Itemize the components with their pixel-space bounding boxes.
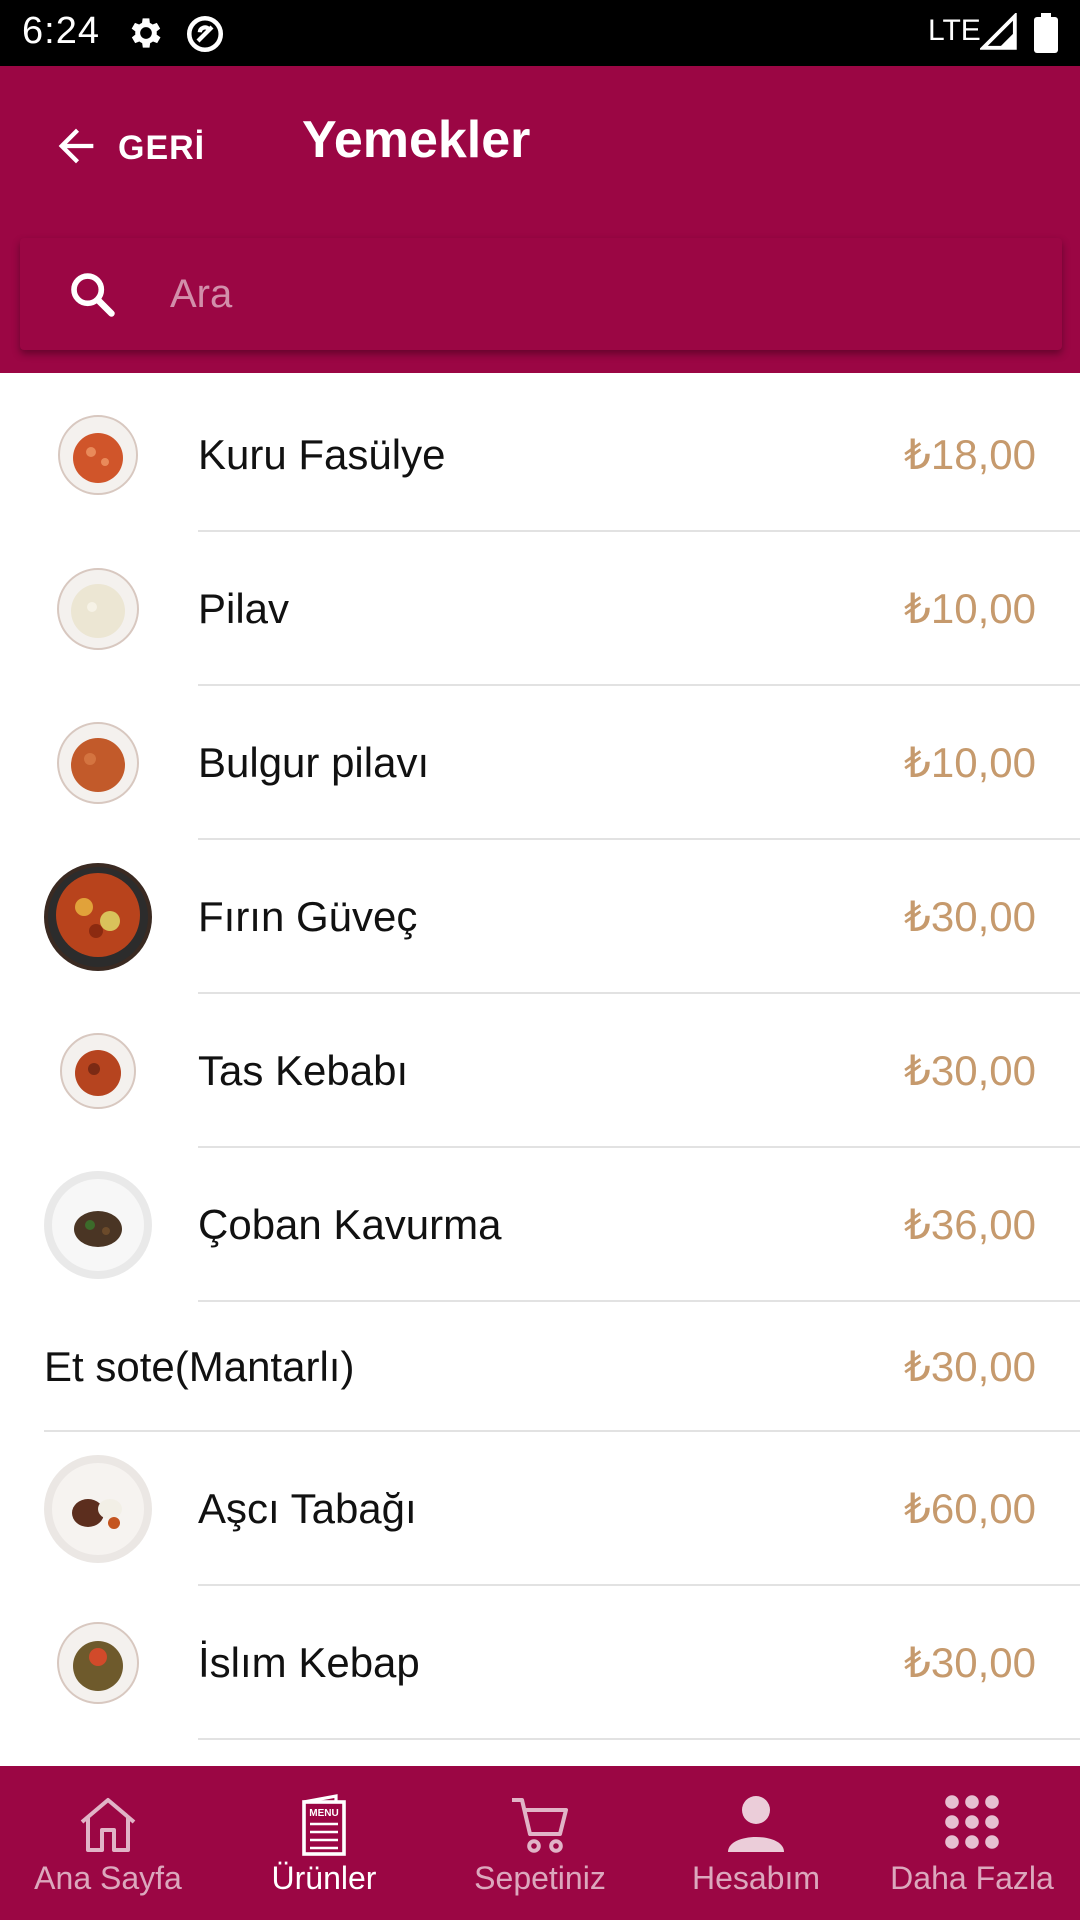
food-thumbnail xyxy=(44,863,152,971)
item-price: ₺36,00 xyxy=(904,1201,1036,1248)
nav-products[interactable]: MENU Ürünler xyxy=(216,1766,432,1920)
data-saver-icon xyxy=(184,13,226,60)
battery-icon xyxy=(1034,13,1058,58)
list-item[interactable]: Et sote(Mantarlı) ₺30,00 xyxy=(0,1302,1080,1432)
item-price: ₺30,00 xyxy=(904,1639,1036,1686)
food-thumbnail xyxy=(44,1017,152,1125)
item-price: ₺10,00 xyxy=(904,739,1036,786)
nav-label: Ürünler xyxy=(271,1860,377,1896)
item-name: Tas Kebabı xyxy=(198,1047,409,1094)
list-item[interactable]: Kuru Fasülye ₺18,00 xyxy=(0,378,1080,532)
item-price: ₺30,00 xyxy=(904,1047,1036,1094)
item-name: Çoban Kavurma xyxy=(198,1201,502,1248)
item-name: Bulgur pilavı xyxy=(198,739,430,786)
settings-icon xyxy=(126,13,166,58)
food-thumbnail xyxy=(44,1609,152,1717)
food-thumbnail xyxy=(44,1455,152,1563)
list-item[interactable]: Bulgur pilavı ₺10,00 xyxy=(0,686,1080,840)
item-price: ₺10,00 xyxy=(904,585,1036,632)
list-item[interactable]: Fırın Güveç ₺30,00 xyxy=(0,840,1080,994)
status-time: 6:24 xyxy=(22,10,100,52)
divider xyxy=(198,1738,1080,1740)
item-name: Kuru Fasülye xyxy=(198,431,446,478)
nav-more[interactable]: Daha Fazla xyxy=(864,1766,1080,1920)
item-name: Fırın Güveç xyxy=(198,893,418,940)
nav-label: Hesabım xyxy=(691,1860,821,1896)
item-name: Et sote(Mantarlı) xyxy=(44,1343,355,1390)
signal-icon xyxy=(978,11,1018,56)
back-label: GERİ xyxy=(118,128,206,167)
grid-icon xyxy=(944,1794,1000,1855)
food-thumbnail xyxy=(44,555,152,663)
product-list: Kuru Fasülye ₺18,00 Pilav ₺10,00 Bulgur … xyxy=(0,378,1080,1740)
nav-account[interactable]: Hesabım xyxy=(648,1766,864,1920)
list-item[interactable]: Aşcı Tabağı ₺60,00 xyxy=(0,1432,1080,1586)
app-bar: GERİ Yemekler xyxy=(0,66,1080,373)
nav-cart[interactable]: Sepetiniz xyxy=(432,1766,648,1920)
search-input[interactable] xyxy=(170,258,1030,330)
menu-icon: MENU xyxy=(300,1794,348,1861)
item-price: ₺30,00 xyxy=(904,1343,1036,1390)
nav-label: Daha Fazla xyxy=(890,1860,1054,1896)
cart-icon xyxy=(508,1794,572,1859)
food-thumbnail xyxy=(44,1171,152,1279)
food-thumbnail xyxy=(44,709,152,817)
item-name: İslım Kebap xyxy=(198,1639,420,1686)
list-item[interactable]: Tas Kebabı ₺30,00 xyxy=(0,994,1080,1148)
item-price: ₺60,00 xyxy=(904,1485,1036,1532)
search-bar xyxy=(20,238,1062,350)
item-price: ₺18,00 xyxy=(904,431,1036,478)
status-bar: 6:24 LTE xyxy=(0,0,1080,66)
item-name: Aşcı Tabağı xyxy=(198,1485,417,1532)
page-title: Yemekler xyxy=(302,111,531,169)
search-icon[interactable] xyxy=(66,268,118,325)
nav-label: Ana Sayfa xyxy=(34,1860,182,1896)
list-item[interactable]: Çoban Kavurma ₺36,00 xyxy=(0,1148,1080,1302)
home-icon xyxy=(76,1794,140,1859)
arrow-left-icon xyxy=(50,120,102,177)
list-item[interactable]: İslım Kebap ₺30,00 xyxy=(0,1586,1080,1740)
nav-label: Sepetiniz xyxy=(474,1860,606,1896)
nav-home[interactable]: Ana Sayfa xyxy=(0,1766,216,1920)
item-name: Pilav xyxy=(198,585,290,632)
back-button[interactable]: GERİ xyxy=(50,118,205,178)
svg-text:MENU: MENU xyxy=(309,1808,338,1819)
item-price: ₺30,00 xyxy=(904,893,1036,940)
network-type: LTE xyxy=(928,14,981,47)
bottom-navigation: Ana Sayfa MENU Ürünler Sepetiniz Hesabım xyxy=(0,1766,1080,1920)
list-item[interactable]: Pilav ₺10,00 xyxy=(0,532,1080,686)
food-thumbnail xyxy=(44,401,152,509)
person-icon xyxy=(726,1794,786,1857)
